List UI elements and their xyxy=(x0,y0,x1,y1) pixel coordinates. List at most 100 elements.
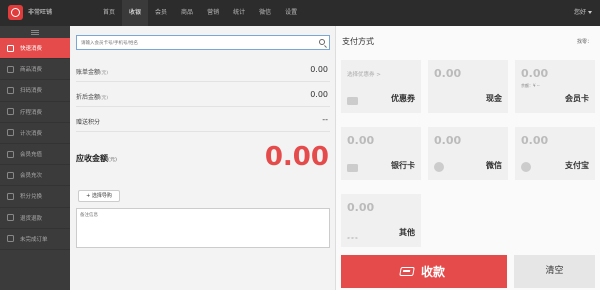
order-panel: 账单金额(元) 0.00 折后金额(元) 0.00 赠送积分 -- 应收金额(元… xyxy=(70,26,336,290)
discount-amount-label: 折后金额(元) xyxy=(76,94,109,101)
sidebar-item-count-consume[interactable]: 计次消费 xyxy=(0,123,70,144)
search-icon[interactable] xyxy=(319,39,325,45)
pay-tile-cash[interactable]: 0.00 现金 xyxy=(428,60,508,113)
user-icon xyxy=(7,171,14,179)
scan-icon xyxy=(7,86,14,94)
user-greeting: 您好 xyxy=(573,9,586,16)
sidebar-item-label: 商品消费 xyxy=(20,67,43,74)
member-card-balance: 余额：¥ -- xyxy=(521,83,540,88)
pay-tile-member-card[interactable]: 0.00 余额：¥ -- 会员卡 xyxy=(515,60,595,113)
pay-tile-name: 现金 xyxy=(486,94,502,103)
sidebar-item-refund[interactable]: 退货退款 xyxy=(0,208,70,229)
alipay-icon xyxy=(521,162,531,172)
nav-item-wechat[interactable]: 微信 xyxy=(252,0,278,26)
pay-tile-name: 其他 xyxy=(399,228,415,237)
nav-item-cashier[interactable]: 收银 xyxy=(122,0,149,26)
note-input[interactable] xyxy=(77,209,329,247)
sidebar-item-course-consume[interactable]: 疗程消费 xyxy=(0,102,70,123)
pay-tile-amount: 0.00 xyxy=(347,134,375,147)
clear-button[interactable]: 清空 xyxy=(514,255,595,288)
sidebar-item-label: 会员充次 xyxy=(20,173,43,180)
refund-icon xyxy=(7,214,14,222)
member-search-box xyxy=(76,35,330,50)
cart-icon xyxy=(7,65,14,73)
sidebar-item-label: 计次消费 xyxy=(20,130,43,137)
wallet-icon xyxy=(7,150,14,158)
pay-tile-wechat[interactable]: 0.00 微信 xyxy=(428,127,508,180)
nav-item-statistics[interactable]: 统计 xyxy=(226,0,252,26)
sidebar-item-scan-consume[interactable]: 扫码消费 xyxy=(0,80,70,102)
select-guide-button[interactable]: + 选择导购 xyxy=(78,190,120,202)
receivable-amount-label: 应收金额(元) xyxy=(76,154,117,163)
receivable-amount-value: 0.00 xyxy=(264,142,329,172)
member-search-input[interactable] xyxy=(81,38,311,48)
chevron-down-icon xyxy=(588,11,592,14)
sidebar-item-pending-orders[interactable]: 未完成订单 xyxy=(0,229,70,250)
nav-item-members[interactable]: 会员 xyxy=(148,0,174,26)
collect-payment-button[interactable]: 收款 xyxy=(341,255,507,288)
sidebar-item-points-exchange[interactable]: 积分兑换 xyxy=(0,186,70,208)
discount-amount-value: 0.00 xyxy=(310,90,328,99)
brand: 非常旺铺 xyxy=(0,0,70,26)
pay-tile-amount: 0.00 xyxy=(521,134,549,147)
sidebar-item-label: 未完成订单 xyxy=(20,236,48,243)
cash-register-icon xyxy=(399,267,415,276)
pay-tile-name: 会员卡 xyxy=(565,94,589,103)
pay-tile-amount: 0.00 xyxy=(347,201,375,214)
discount-amount-unit: (元) xyxy=(100,96,109,101)
discount-amount-row: 折后金额(元) 0.00 xyxy=(76,85,330,107)
nav-item-products[interactable]: 商品 xyxy=(174,0,200,26)
bill-amount-value: 0.00 xyxy=(310,65,328,74)
sidebar-item-label: 扫码消费 xyxy=(20,88,43,95)
receivable-amount-unit: (元) xyxy=(108,157,117,163)
bonus-points-label: 赠送积分 xyxy=(76,119,101,126)
bill-amount-label: 账单金额(元) xyxy=(76,69,109,76)
top-navbar: 非常旺铺 首页 收银 会员 商品 营销 统计 微信 设置 您好 xyxy=(0,0,600,26)
brand-name: 非常旺铺 xyxy=(28,9,53,16)
sidebar-item-label: 积分兑换 xyxy=(20,194,43,201)
bill-amount-row: 账单金额(元) 0.00 xyxy=(76,60,330,82)
pay-tile-name: 银行卡 xyxy=(391,161,415,170)
more-icon xyxy=(347,235,358,239)
coupon-select-link[interactable]: 选择优惠券 > xyxy=(347,70,381,78)
pay-tile-coupon[interactable]: 选择优惠券 > 优惠券 xyxy=(341,60,421,113)
user-menu[interactable]: 您好 xyxy=(574,0,592,26)
nav-item-settings[interactable]: 设置 xyxy=(278,0,304,26)
cashier-app: 非常旺铺 首页 收银 会员 商品 营销 统计 微信 设置 您好 快速消费 商品消… xyxy=(0,0,600,290)
bill-amount-unit: (元) xyxy=(100,71,109,76)
sidebar-item-product-consume[interactable]: 商品消费 xyxy=(0,59,70,81)
note-box xyxy=(76,208,330,248)
coupon-icon xyxy=(347,97,358,105)
course-icon xyxy=(7,108,14,116)
bonus-points-row: 赠送积分 -- xyxy=(76,110,330,132)
collect-payment-label: 收款 xyxy=(421,265,446,279)
sidebar-item-label: 退货退款 xyxy=(20,215,43,222)
bank-card-icon xyxy=(347,164,358,172)
counter-icon xyxy=(7,129,14,137)
pay-tile-amount: 0.00 xyxy=(521,67,549,80)
pay-tile-name: 优惠券 xyxy=(391,94,415,103)
pay-tile-bank-card[interactable]: 0.00 银行卡 xyxy=(341,127,421,180)
change-label: 找零： xyxy=(576,39,592,45)
nav-item-marketing[interactable]: 营销 xyxy=(200,0,226,26)
sidebar-toggle-icon[interactable] xyxy=(0,26,70,38)
pay-tile-name: 微信 xyxy=(486,161,502,170)
lightning-icon xyxy=(7,44,14,52)
sidebar-item-label: 疗程消费 xyxy=(20,109,43,116)
sidebar-item-member-count-recharge[interactable]: 会员充次 xyxy=(0,165,70,187)
sidebar: 快速消费 商品消费 扫码消费 疗程消费 计次消费 会员充值 会员充次 积分兑换 xyxy=(0,26,70,290)
pay-tile-amount: 0.00 xyxy=(434,134,462,147)
pay-tile-other[interactable]: 0.00 其他 xyxy=(341,194,421,247)
pay-tile-name: 支付宝 xyxy=(565,161,589,170)
store-logo-icon xyxy=(8,5,23,20)
payment-title: 支付方式 xyxy=(342,37,374,46)
payment-panel: 支付方式 找零： 选择优惠券 > 优惠券 0.00 现金 0.00 余额：¥ -… xyxy=(336,26,600,290)
sidebar-item-quick-consume[interactable]: 快速消费 xyxy=(0,38,70,60)
document-icon xyxy=(7,235,14,243)
main-nav: 首页 收银 会员 商品 营销 统计 微信 设置 xyxy=(96,0,304,26)
bonus-points-value: -- xyxy=(322,115,328,124)
gift-icon xyxy=(7,192,14,200)
pay-tile-alipay[interactable]: 0.00 支付宝 xyxy=(515,127,595,180)
nav-item-home[interactable]: 首页 xyxy=(96,0,122,26)
sidebar-item-member-recharge[interactable]: 会员充值 xyxy=(0,144,70,166)
